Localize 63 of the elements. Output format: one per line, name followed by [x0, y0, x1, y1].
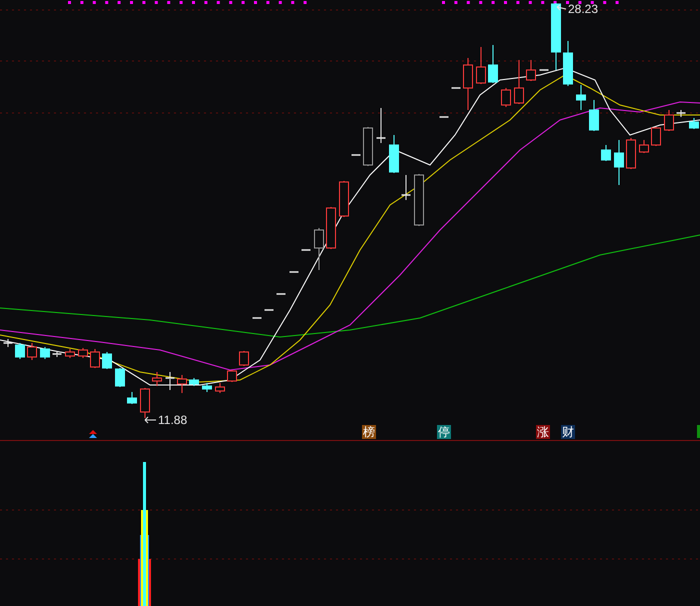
candlestick [576, 84, 586, 110]
candlestick [202, 382, 212, 392]
event-tag: 榜 [362, 425, 376, 439]
candlestick [526, 60, 536, 82]
candlestick [363, 126, 373, 166]
candlestick [639, 140, 649, 154]
candlestick [501, 88, 511, 108]
candlestick [276, 293, 286, 295]
candlestick [102, 352, 112, 370]
candlestick [166, 372, 174, 390]
candlestick [140, 388, 150, 418]
arrow-icon [556, 4, 566, 10]
candlestick [440, 116, 448, 118]
event-tag: 涨 [536, 425, 550, 439]
candlestick [290, 271, 298, 273]
candlestick [152, 372, 162, 386]
candlestick [389, 134, 399, 174]
candlestick [614, 140, 624, 186]
candlestick [452, 87, 460, 89]
candlestick [215, 382, 225, 394]
candlestick [40, 346, 50, 360]
candlestick [376, 108, 386, 144]
candlestick [488, 44, 498, 84]
low-price-label: 11.88 [158, 413, 188, 427]
candlestick [78, 348, 88, 358]
candlestick [90, 348, 100, 368]
candlestick [476, 46, 486, 84]
candlestick [52, 350, 62, 358]
event-tag: 财 [561, 425, 575, 439]
candlestick [563, 40, 573, 86]
candlestick [4, 338, 12, 348]
candlestick [227, 370, 237, 382]
signal-triangle-icon [89, 430, 97, 438]
tag-marker-icon [697, 425, 700, 438]
event-tag: 停 [437, 425, 451, 439]
candlestick [302, 249, 310, 251]
candlestick [651, 126, 661, 146]
candlestick [540, 69, 548, 71]
candlestick [664, 110, 674, 132]
candlestick [239, 350, 249, 366]
candlestick [551, 2, 561, 70]
candlestick [15, 342, 25, 360]
candlestick [626, 138, 636, 170]
candlestick [676, 110, 686, 118]
arrow-icon [144, 416, 156, 424]
candlestick [339, 180, 349, 218]
candlestick [189, 378, 199, 386]
candlestick [326, 206, 336, 250]
candlestick [589, 100, 599, 132]
candlestick [689, 118, 699, 130]
candlestick [177, 374, 187, 394]
candlestick [65, 348, 75, 358]
candlestick [514, 60, 524, 104]
candlestick [127, 392, 137, 404]
candlestick [414, 174, 424, 226]
candlestick [115, 368, 125, 388]
candlestick [463, 58, 473, 110]
candlestick [402, 174, 410, 200]
candlestick [314, 228, 324, 270]
high-price-label: 28.23 [568, 2, 598, 16]
candlestick [27, 342, 37, 360]
candlestick [601, 144, 611, 162]
candlestick [352, 154, 360, 156]
